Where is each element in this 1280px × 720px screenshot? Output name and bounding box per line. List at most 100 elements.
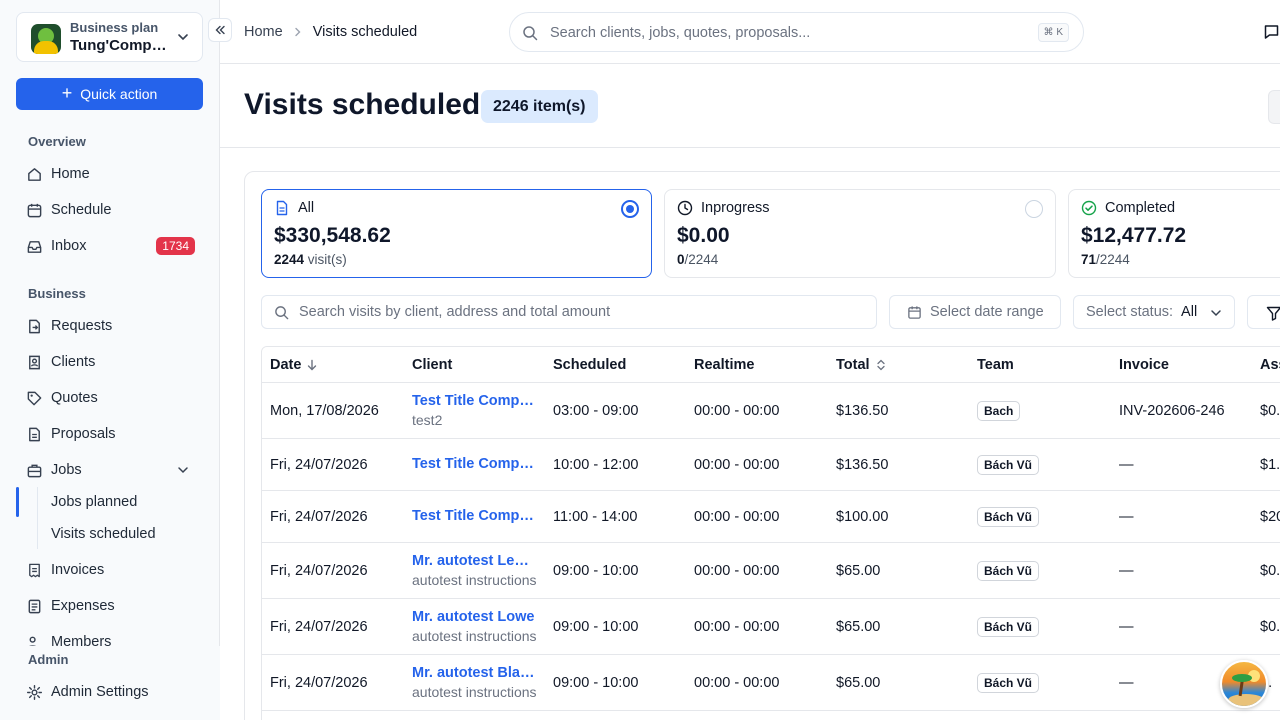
cell-scheduled: 03:00 - 09:00: [553, 403, 639, 419]
client-name-link[interactable]: Mr. autotest Lehner: [412, 553, 537, 569]
column-header-client[interactable]: Client: [412, 357, 452, 373]
client-name-link[interactable]: Test Title Company: [412, 393, 537, 409]
sidebar-item-proposals[interactable]: Proposals: [16, 418, 203, 450]
client-name-link[interactable]: Test Title Company: [412, 456, 537, 472]
cell-client: Test Title Company: [412, 456, 537, 472]
column-header-scheduled[interactable]: Scheduled: [553, 357, 626, 373]
sidebar-item-jobs[interactable]: Jobs: [16, 454, 203, 486]
team-chip: Bách Vũ: [977, 561, 1040, 581]
stat-count: 0: [677, 252, 685, 267]
table-row[interactable]: Fri, 24/07/2026 Mr. autotest Lehner auto…: [262, 543, 1280, 599]
cell-date: Fri, 24/07/2026: [270, 457, 368, 473]
column-header-team[interactable]: Team: [977, 357, 1014, 373]
cell-assigned: $0.: [1260, 403, 1280, 419]
page-action-button[interactable]: [1268, 90, 1280, 124]
cell-total: $65.00: [836, 619, 881, 635]
app: Business plan Tung'Company + Quick actio…: [0, 0, 1280, 720]
message-icon[interactable]: [1263, 23, 1280, 40]
client-name-link[interactable]: Mr. autotest Lowe: [412, 609, 537, 625]
visits-search-input[interactable]: Search visits by client, address and tot…: [261, 295, 877, 329]
cell-team: Bách Vũ: [977, 507, 1040, 527]
invoice-link[interactable]: INV-202606-246: [1119, 403, 1225, 419]
sidebar-item-inbox[interactable]: Inbox 1734: [16, 230, 203, 262]
breadcrumb-home-link[interactable]: Home: [244, 24, 283, 40]
column-header-label: Total: [836, 357, 870, 373]
column-header-realtime[interactable]: Realtime: [694, 357, 754, 373]
item-count-badge: 2246 item(s): [481, 90, 598, 123]
table-row[interactable]: Fri, 24/07/2026 Test Title Company 10:00…: [262, 439, 1280, 491]
column-header-date[interactable]: Date: [270, 357, 318, 373]
sidebar-item-home[interactable]: Home: [16, 158, 203, 190]
date-range-picker[interactable]: Select date range: [889, 295, 1061, 329]
support-avatar-button[interactable]: [1220, 660, 1268, 708]
table-row[interactable]: Fri, 24/07/2026 Mr. autotest Blanda auto…: [262, 655, 1280, 711]
request-icon: [26, 318, 43, 335]
cell-date: Fri, 24/07/2026: [270, 675, 368, 691]
cell-total: $65.00: [836, 675, 881, 691]
quick-action-button[interactable]: + Quick action: [16, 78, 203, 110]
global-search-input[interactable]: Search clients, jobs, quotes, proposals.…: [509, 12, 1084, 52]
sidebar-item-visits-scheduled[interactable]: Visits scheduled: [51, 526, 156, 542]
stat-card-inprogress[interactable]: Inprogress $0.00 0/2244: [664, 189, 1056, 278]
sidebar-item-label: Quotes: [51, 390, 98, 406]
stat-card-all[interactable]: All $330,548.62 2244 visit(s): [261, 189, 652, 278]
inbox-icon: [26, 238, 43, 255]
column-header-total[interactable]: Total: [836, 357, 887, 373]
cell-invoice: —: [1119, 675, 1134, 691]
cell-realtime: 00:00 - 00:00: [694, 509, 780, 525]
stat-count: 2244: [274, 252, 305, 267]
cell-assigned: $0.: [1260, 563, 1280, 579]
cell-invoice: —: [1119, 619, 1134, 635]
cell-client: Mr. autotest Lehner autotest instruction…: [412, 553, 537, 588]
client-sub: test2: [412, 412, 443, 428]
stat-radio[interactable]: [1025, 200, 1043, 218]
cell-realtime: 00:00 - 00:00: [694, 563, 780, 579]
table-row[interactable]: Fri, 24/07/2026 Test Title Company 11:00…: [262, 491, 1280, 543]
clock-icon: [677, 200, 693, 216]
chevron-down-icon: [178, 34, 188, 41]
sidebar-item-label: Jobs: [51, 462, 82, 478]
sidebar-item-jobs-planned[interactable]: Jobs planned: [51, 494, 137, 510]
sidebar-item-admin-settings[interactable]: Admin Settings: [16, 676, 203, 708]
stat-card-completed[interactable]: Completed $12,477.72 71/2244: [1068, 189, 1280, 278]
status-select-label: Select status:: [1086, 304, 1174, 320]
cell-team: Bách Vũ: [977, 617, 1040, 637]
cell-assigned: $0.: [1260, 619, 1280, 635]
chevrons-left-icon: [215, 25, 225, 35]
client-name-link[interactable]: Test Title Company: [412, 508, 537, 524]
column-header-assigned[interactable]: Ass: [1260, 357, 1280, 373]
sidebar-item-invoices[interactable]: Invoices: [16, 554, 203, 586]
sidebar-item-clients[interactable]: Clients: [16, 346, 203, 378]
tag-icon: [26, 390, 43, 407]
cell-team: Bach: [977, 401, 1021, 421]
cell-assigned: $20: [1260, 509, 1280, 525]
arrow-down-icon: [308, 359, 317, 371]
team-chip: Bách Vũ: [977, 617, 1040, 637]
account-switcher[interactable]: Business plan Tung'Company: [16, 12, 203, 62]
sidebar-item-schedule[interactable]: Schedule: [16, 194, 203, 226]
breadcrumb: Home Visits scheduled: [244, 24, 417, 40]
search-icon: [523, 26, 538, 41]
cell-client: Mr. autotest Blanda autotest instruction…: [412, 665, 537, 700]
table-row[interactable]: Fri, 24/07/2026 Mr. autotest Lowe autote…: [262, 599, 1280, 655]
check-circle-icon: [1081, 200, 1097, 216]
status-select[interactable]: Select status: All: [1073, 295, 1235, 329]
team-chip: Bách Vũ: [977, 673, 1040, 693]
sidebar: Business plan Tung'Company + Quick actio…: [0, 0, 220, 720]
filter-button[interactable]: [1247, 295, 1280, 329]
collapse-sidebar-button[interactable]: [208, 18, 232, 42]
sidebar-item-label: Admin Settings: [51, 684, 149, 700]
stat-suffix: /2244: [1096, 252, 1130, 267]
sidebar-item-requests[interactable]: Requests: [16, 310, 203, 342]
client-sub: autotest instructions: [412, 628, 537, 644]
client-name-link[interactable]: Mr. autotest Blanda: [412, 665, 537, 681]
cell-total: $65.00: [836, 563, 881, 579]
visits-table: Date Client Scheduled Realtime Total Tea…: [261, 346, 1280, 720]
sidebar-item-quotes[interactable]: Quotes: [16, 382, 203, 414]
column-header-invoice[interactable]: Invoice: [1119, 357, 1169, 373]
stat-radio[interactable]: [621, 200, 639, 218]
stat-amount: $0.00: [677, 224, 730, 247]
table-row[interactable]: Mon, 17/08/2026 Test Title Company test2…: [262, 383, 1280, 439]
client-sub: autotest instructions: [412, 684, 537, 700]
sidebar-item-expenses[interactable]: Expenses: [16, 590, 203, 622]
